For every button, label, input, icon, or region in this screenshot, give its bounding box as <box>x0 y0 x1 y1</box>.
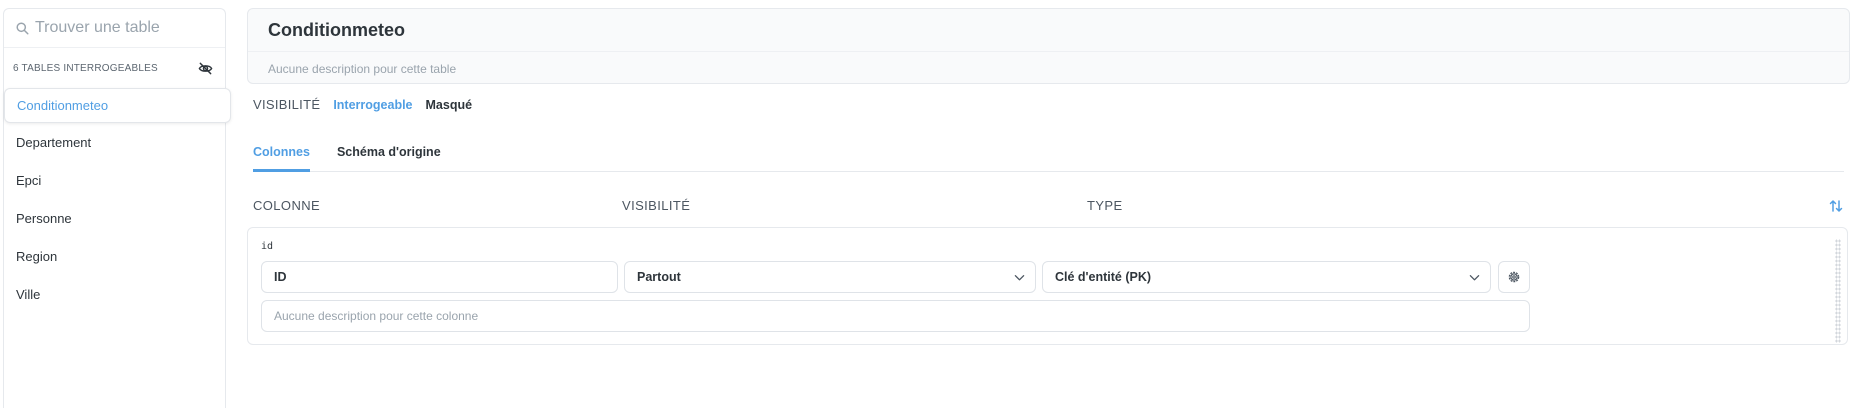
sidebar-item-label: Ville <box>16 286 41 302</box>
columns-header: COLONNE VISIBILITÉ TYPE <box>253 195 1850 217</box>
detail-tabs: Colonnes Schéma d'origine <box>253 133 1844 172</box>
search-input[interactable]: Trouver une table <box>35 19 160 37</box>
search-icon <box>16 21 29 35</box>
gear-icon <box>1508 271 1520 283</box>
table-header-card: Conditionmeteo Aucune description pour c… <box>247 8 1850 84</box>
table-search[interactable]: Trouver une table <box>4 9 225 48</box>
column-header-type: TYPE <box>1087 198 1123 213</box>
drag-handle[interactable] <box>1835 239 1841 343</box>
table-visibility: VISIBILITÉ Interrogeable Masqué <box>253 97 485 112</box>
field-description-input[interactable]: Aucune description pour cette colonne <box>261 300 1530 332</box>
column-header-visibility: VISIBILITÉ <box>622 198 691 213</box>
tab-original-schema[interactable]: Schéma d'origine <box>337 133 441 170</box>
eye-off-icon[interactable] <box>198 61 213 76</box>
field-name: id <box>261 241 274 252</box>
visibility-label: VISIBILITÉ <box>253 97 321 112</box>
sidebar-item-label: Departement <box>16 134 92 150</box>
field-row: id ID Partout Clé d'entité (PK) Aucune d… <box>247 227 1848 345</box>
field-type-value: Clé d'entité (PK) <box>1055 270 1152 284</box>
chevron-down-icon <box>1469 275 1480 281</box>
sidebar-item-epci[interactable]: Epci <box>4 161 225 199</box>
field-visibility-value: Partout <box>637 270 681 284</box>
field-display-name-input[interactable]: ID <box>261 261 618 293</box>
table-count-label: 6 TABLES INTERROGEABLES <box>13 62 158 74</box>
sidebar-item-conditionmeteo[interactable]: Conditionmeteo <box>4 88 231 123</box>
sort-icon[interactable] <box>1828 198 1844 214</box>
sidebar-item-label: Personne <box>16 210 72 226</box>
table-sidebar: Trouver une table 6 TABLES INTERROGEABLE… <box>3 8 231 408</box>
sidebar-item-region[interactable]: Region <box>4 237 225 275</box>
table-description-input[interactable]: Aucune description pour cette table <box>248 52 1849 85</box>
chevron-down-icon <box>1014 275 1025 281</box>
visibility-option-queryable[interactable]: Interrogeable <box>333 98 412 112</box>
sidebar-item-departement[interactable]: Departement <box>4 123 225 161</box>
field-settings-button[interactable] <box>1498 261 1530 293</box>
table-detail: Conditionmeteo Aucune description pour c… <box>247 8 1850 408</box>
sidebar-item-personne[interactable]: Personne <box>4 199 225 237</box>
tab-columns[interactable]: Colonnes <box>253 133 310 172</box>
visibility-option-hidden[interactable]: Masqué <box>426 98 473 112</box>
table-title[interactable]: Conditionmeteo <box>248 9 1849 52</box>
sidebar-item-label: Region <box>16 248 58 264</box>
field-type-select[interactable]: Clé d'entité (PK) <box>1042 261 1491 293</box>
column-header-name: COLONNE <box>253 198 321 213</box>
sidebar-item-label: Conditionmeteo <box>17 98 109 113</box>
sidebar-item-ville[interactable]: Ville <box>4 275 225 313</box>
sidebar-item-label: Epci <box>16 172 42 188</box>
field-visibility-select[interactable]: Partout <box>624 261 1036 293</box>
table-count-row: 6 TABLES INTERROGEABLES <box>4 48 225 88</box>
